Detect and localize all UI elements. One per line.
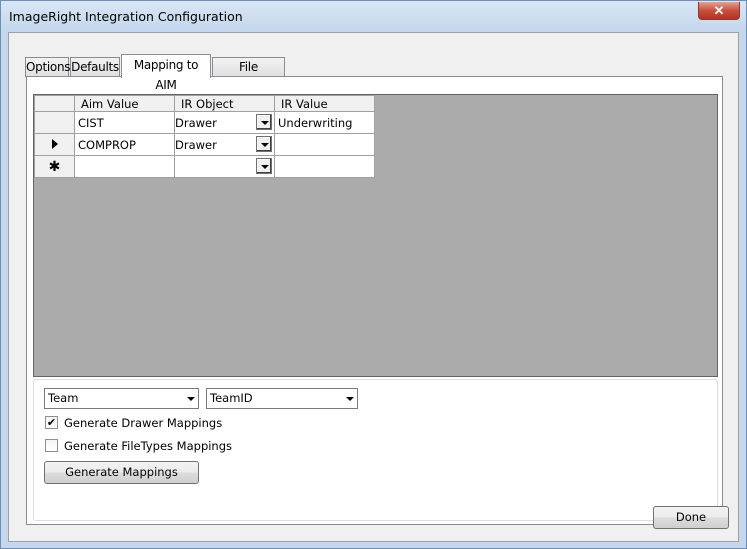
chevron-down-icon[interactable] [340, 389, 357, 408]
aim-value-cell[interactable]: CIST [74, 111, 175, 134]
window-title: ImageRight Integration Configuration [9, 9, 243, 24]
tab-options[interactable]: Options [25, 57, 71, 77]
close-button[interactable]: ✕ [698, 2, 740, 20]
tab-defaults[interactable]: Defaults [70, 57, 120, 77]
row-header-corner [34, 95, 75, 112]
table-row: CIST Drawer Underwriting [34, 111, 375, 134]
close-icon: ✕ [713, 3, 725, 18]
table-row: COMPROP Drawer [34, 133, 375, 156]
ir-object-cell[interactable]: Drawer [174, 133, 275, 156]
table-row-new: ✱ [34, 155, 375, 178]
cell-text: Drawer [175, 137, 217, 152]
button-label: Done [675, 510, 707, 524]
dropdown-arrow-icon[interactable] [256, 114, 272, 130]
button-label: Generate Mappings [65, 465, 178, 479]
combo-value: TeamID [210, 391, 253, 405]
row-header[interactable] [34, 133, 75, 156]
row-header[interactable]: ✱ [34, 155, 75, 178]
ir-value-cell[interactable] [274, 155, 375, 178]
combo-value: Team [48, 391, 79, 405]
cell-text: CIST [78, 115, 104, 130]
cell-text [275, 160, 278, 174]
ir-object-cell[interactable]: Drawer [174, 111, 275, 134]
column-header-ir-object[interactable]: IR Object [174, 95, 275, 112]
mapping-tab-panel: Aim Value IR Object IR Value CIST Drawer… [26, 76, 723, 525]
checkbox-label: Generate FileTypes Mappings [64, 439, 233, 453]
tab-file-attributes[interactable]: File Attributes [212, 57, 285, 92]
aim-value-cell[interactable]: COMPROP [74, 133, 175, 156]
checkmark-icon: ✔ [46, 416, 57, 429]
title-bar[interactable]: ImageRight Integration Configuration ✕ [1, 1, 746, 31]
generate-mappings-button[interactable]: Generate Mappings [44, 461, 199, 484]
tab-mapping-to-aim[interactable]: Mapping to AIM [121, 54, 211, 92]
generate-options-group: Team TeamID ✔ Generate Drawer Mappings G… [33, 379, 718, 521]
column-header-aim-value[interactable]: Aim Value [74, 95, 175, 112]
config-window: ImageRight Integration Configuration ✕ O… [0, 0, 747, 549]
new-row-icon: ✱ [48, 158, 61, 175]
dialog-body: Options Defaults Mapping to AIM File Att… [8, 32, 739, 542]
done-button[interactable]: Done [653, 506, 729, 529]
cell-text: COMPROP [78, 137, 136, 152]
cell-text [275, 138, 278, 152]
chevron-down-icon[interactable] [181, 389, 198, 408]
cell-text: Drawer [175, 115, 217, 130]
aim-value-cell[interactable] [74, 155, 175, 178]
checkbox-label: Generate Drawer Mappings [64, 416, 223, 430]
mapping-grid[interactable]: Aim Value IR Object IR Value CIST Drawer… [33, 94, 718, 377]
mapping-table: Aim Value IR Object IR Value CIST Drawer… [34, 95, 375, 178]
generate-drawer-checkbox[interactable]: ✔ [45, 416, 58, 429]
cell-text: Underwriting [278, 115, 353, 130]
column-header-ir-value[interactable]: IR Value [274, 95, 375, 112]
cell-text [75, 160, 78, 174]
dropdown-arrow-icon[interactable] [256, 158, 272, 174]
ir-value-cell[interactable] [274, 133, 375, 156]
current-row-arrow-icon [51, 138, 58, 149]
ir-value-cell[interactable]: Underwriting [274, 111, 375, 134]
row-header[interactable] [34, 111, 75, 134]
group-id-combo[interactable]: TeamID [206, 388, 358, 409]
header-row: Aim Value IR Object IR Value [34, 95, 375, 112]
dropdown-arrow-icon[interactable] [256, 136, 272, 152]
group-combo[interactable]: Team [44, 388, 199, 409]
tab-label: Options [26, 60, 71, 74]
ir-object-cell[interactable] [174, 155, 275, 178]
tab-label: Defaults [71, 60, 119, 74]
generate-filetypes-checkbox[interactable] [45, 439, 58, 452]
